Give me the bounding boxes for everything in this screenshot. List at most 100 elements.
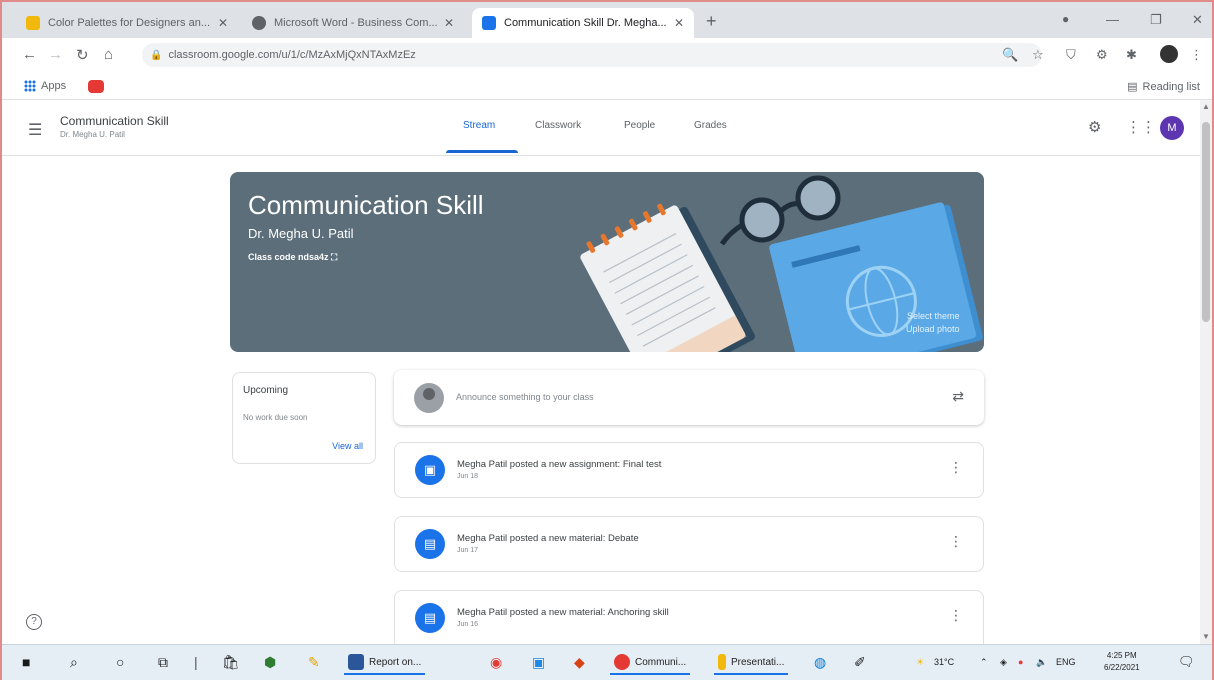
system-clock[interactable]: 4:25 PM 6/22/2021 (1104, 650, 1140, 674)
post-title[interactable]: Megha Patil posted a new material: Debat… (457, 533, 639, 544)
notebook-illustration (580, 203, 755, 352)
select-theme-link[interactable]: Select theme (906, 310, 960, 323)
clock-date: 6/22/2021 (1104, 663, 1140, 672)
more-options-icon[interactable]: ⋮ (949, 607, 963, 624)
search-icon[interactable]: ⌕ (70, 654, 78, 671)
browser-tab-classroom[interactable]: Communication Skill Dr. Megha... ✕ (472, 8, 694, 38)
address-bar[interactable]: 🔒 classroom.google.com/u/1/c/MzAxMjQxNTA… (142, 43, 1042, 67)
tab-title: Microsoft Word - Business Com... (274, 17, 438, 29)
tab-favicon-icon (26, 16, 40, 30)
close-tab-icon[interactable]: ✕ (444, 16, 454, 30)
maximize-icon[interactable]: ❐ (1150, 12, 1162, 28)
lock-icon: 🔒 (150, 49, 163, 61)
close-tab-icon[interactable]: ✕ (218, 16, 228, 30)
banner-theme-actions: Select theme Upload photo (906, 310, 960, 336)
taskbar-ppt-app[interactable]: Presentati... (714, 651, 789, 675)
page-scrollbar[interactable]: ▲ ▼ (1200, 100, 1212, 644)
scroll-thumb[interactable] (1202, 122, 1210, 322)
taskbar-app-label: Communi... (635, 656, 687, 668)
taskbar-word-app[interactable]: Report on... (344, 651, 426, 675)
stream-post[interactable]: ▤ Megha Patil posted a new material: Anc… (394, 590, 984, 644)
assignment-icon: ▣ (415, 455, 445, 485)
more-options-icon[interactable]: ⋮ (949, 533, 963, 550)
class-subtitle: Dr. Megha U. Patil (60, 130, 125, 139)
tab-grades[interactable]: Grades (694, 120, 727, 131)
reading-list-icon: ▤ (1127, 81, 1138, 93)
word-icon (348, 654, 364, 670)
post-title[interactable]: Megha Patil posted a new assignment: Fin… (457, 459, 661, 470)
announce-placeholder[interactable]: Announce something to your class (456, 392, 594, 402)
announce-box[interactable]: Announce something to your class ⇄ (394, 370, 984, 425)
post-date: Jun 16 (457, 621, 479, 628)
tab-search-icon[interactable]: ● (1062, 12, 1069, 26)
stream-post[interactable]: ▣ Megha Patil posted a new assignment: F… (394, 442, 984, 498)
edge-icon[interactable]: ◍ (814, 654, 826, 671)
language-indicator[interactable]: ENG (1056, 657, 1076, 667)
more-menu-icon[interactable]: ⋮ (1190, 47, 1203, 63)
chrome-icon (614, 654, 630, 670)
tray-chevron-icon[interactable]: ⌃ (980, 657, 988, 668)
scroll-down-icon[interactable]: ▼ (1202, 632, 1210, 641)
tab-favicon-icon (252, 16, 266, 30)
post-date: Jun 18 (457, 473, 479, 480)
reading-list-button[interactable]: ▤ Reading list (1127, 80, 1200, 94)
app-icon[interactable]: ⬢ (264, 654, 276, 671)
class-name[interactable]: Communication Skill (60, 114, 169, 128)
minimize-icon[interactable]: — (1106, 12, 1119, 27)
zoom-icon[interactable]: 🔍 (1002, 47, 1018, 63)
extension-icon[interactable]: ⛉ (1066, 47, 1076, 63)
settings-gear-icon[interactable]: ⚙ (1088, 118, 1101, 136)
chrome-icon[interactable]: ◉ (490, 654, 502, 671)
google-apps-icon[interactable]: ⋮⋮ (1126, 118, 1156, 136)
apps-bookmark[interactable]: Apps (24, 80, 66, 92)
taskbar-chrome-app[interactable]: Communi... (610, 651, 691, 675)
view-all-link[interactable]: View all (332, 441, 363, 451)
extension-icon[interactable]: ⚙ (1096, 47, 1108, 63)
temperature[interactable]: 31°C (934, 657, 954, 667)
repost-icon[interactable]: ⇄ (952, 388, 964, 405)
forward-icon[interactable]: → (48, 46, 63, 63)
tab-people[interactable]: People (624, 120, 655, 131)
tab-title: Communication Skill Dr. Megha... (504, 17, 667, 29)
tab-classwork[interactable]: Classwork (535, 120, 581, 131)
bookmark-favicon-icon[interactable] (88, 80, 104, 93)
reading-list-label: Reading list (1142, 80, 1200, 93)
help-icon[interactable]: ? (26, 614, 42, 630)
menu-icon[interactable]: ☰ (28, 120, 42, 140)
banner-teacher-name: Dr. Megha U. Patil (248, 226, 354, 241)
scroll-up-icon[interactable]: ▲ (1202, 102, 1210, 111)
zoom-app-icon[interactable]: ▣ (532, 654, 545, 671)
cortana-icon[interactable]: ○ (116, 654, 124, 670)
material-icon: ▤ (415, 529, 445, 559)
class-code[interactable]: Class code ndsa4z ⛶ (248, 252, 337, 263)
avatar[interactable]: M (1160, 116, 1184, 140)
store-icon[interactable]: 🛍 (222, 654, 240, 671)
post-title[interactable]: Megha Patil posted a new material: Ancho… (457, 607, 669, 618)
back-icon[interactable]: ← (22, 46, 37, 63)
tab-stream[interactable]: Stream (463, 120, 495, 131)
windows-start-icon[interactable]: ■ (22, 654, 30, 670)
reload-icon[interactable]: ↻ (76, 46, 89, 64)
close-window-icon[interactable]: ✕ (1192, 12, 1203, 28)
volume-icon[interactable]: 🔈 (1036, 657, 1047, 668)
browser-profile-icon[interactable] (1160, 45, 1178, 63)
windows-taskbar: ■ ⌕ ○ ⧉ | 🛍 ⬢ ✎ Report on... ◉ ▣ ◆ Commu… (2, 644, 1212, 680)
paint-icon[interactable]: ✎ (308, 654, 320, 671)
upload-photo-link[interactable]: Upload photo (906, 323, 960, 336)
browser-tab-word[interactable]: Microsoft Word - Business Com... ✕ (242, 8, 464, 38)
close-tab-icon[interactable]: ✕ (674, 16, 684, 30)
new-tab-icon[interactable]: + (706, 11, 717, 32)
more-options-icon[interactable]: ⋮ (949, 459, 963, 476)
extensions-puzzle-icon[interactable]: ✱ (1126, 47, 1137, 63)
pen-icon[interactable]: ✐ (854, 654, 866, 671)
browser-tab-color-palettes[interactable]: Color Palettes for Designers an... ✕ (16, 8, 238, 38)
task-view-icon[interactable]: ⧉ (158, 654, 168, 671)
network-icon[interactable]: ◈ (1000, 657, 1007, 668)
antivirus-icon[interactable]: ● (1018, 657, 1023, 667)
taskbar-app-label: Presentati... (731, 656, 785, 668)
notifications-icon[interactable]: 🗨 (1178, 654, 1195, 670)
home-icon[interactable]: ⌂ (104, 46, 113, 63)
powerpoint-icon[interactable]: ◆ (574, 654, 585, 671)
bookmark-star-icon[interactable]: ☆ (1032, 47, 1044, 63)
stream-post[interactable]: ▤ Megha Patil posted a new material: Deb… (394, 516, 984, 572)
